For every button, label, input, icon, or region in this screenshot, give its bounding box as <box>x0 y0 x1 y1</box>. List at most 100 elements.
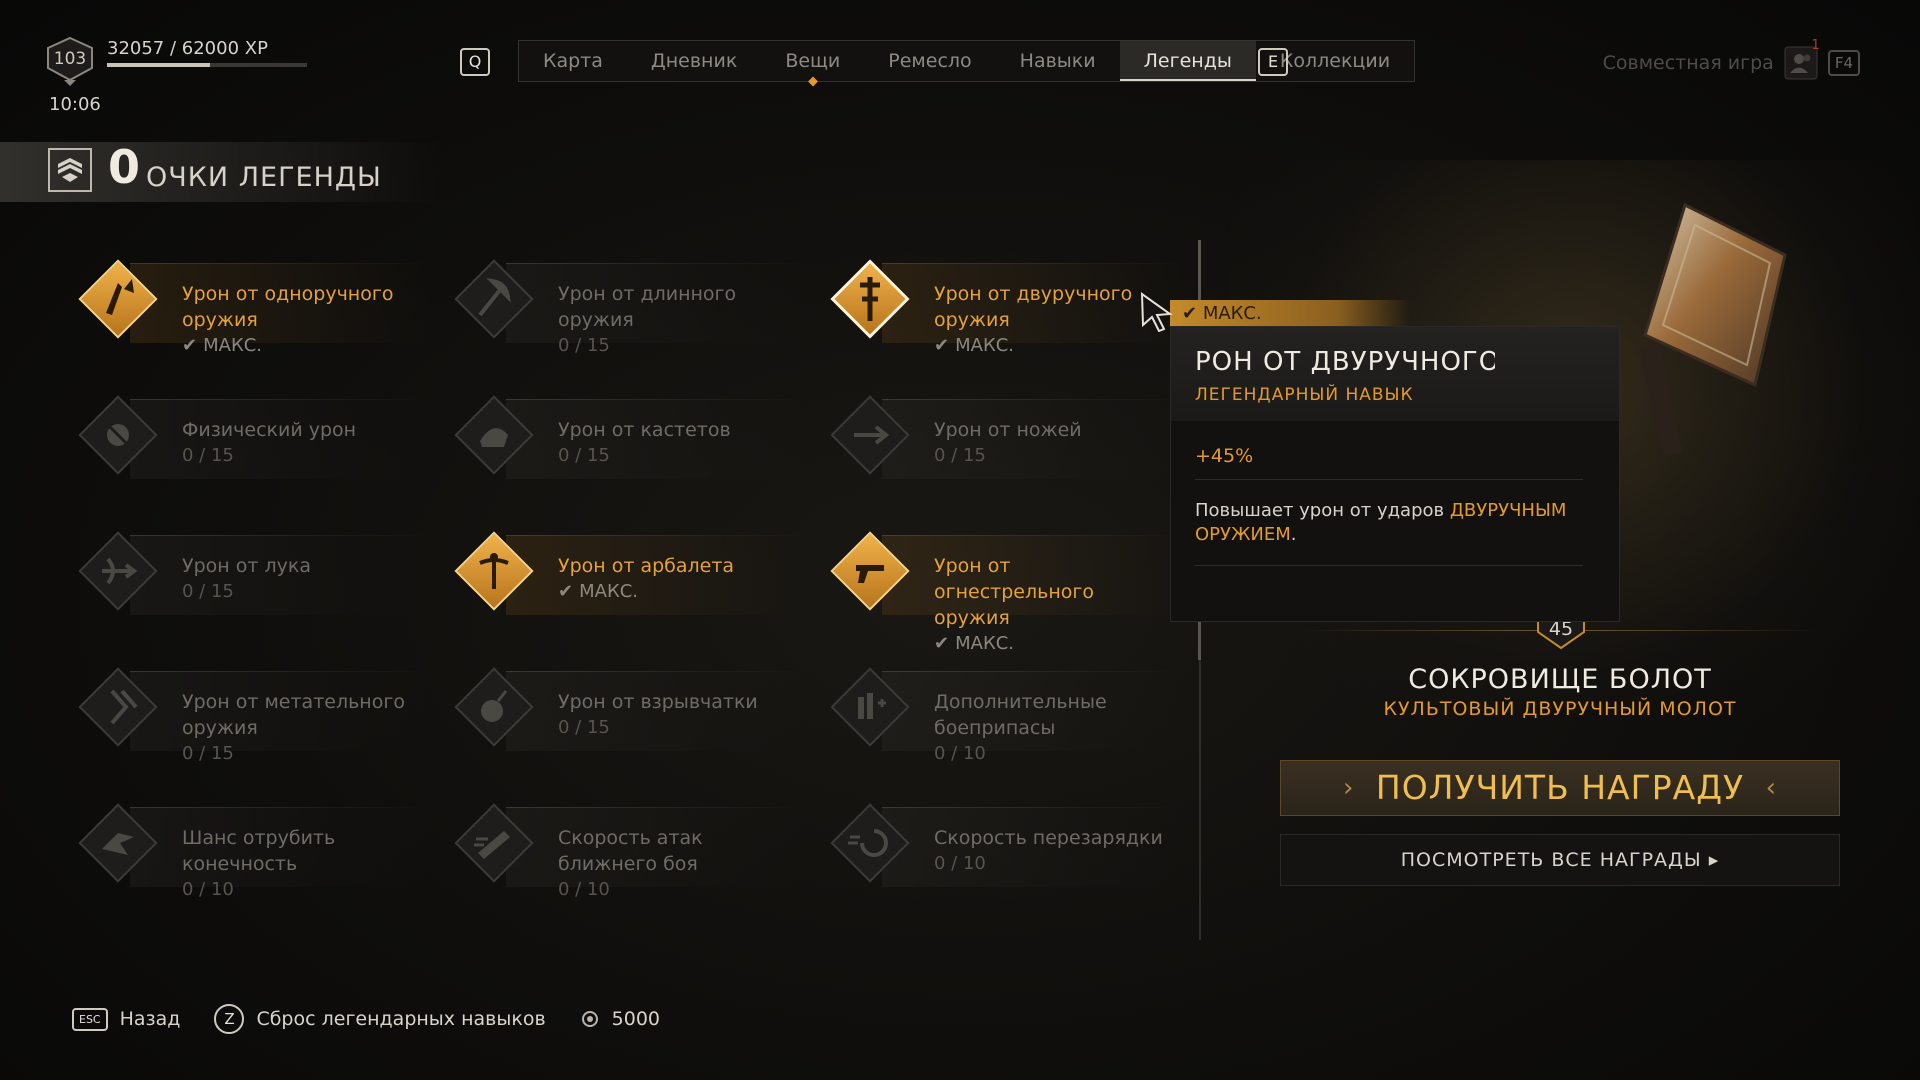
tab-2[interactable]: Вещи <box>761 41 864 87</box>
skill-name-wrap: Урон от огнестрельного оружия ✔ МАКС. <box>934 553 1174 657</box>
skill-progress-text: 0 / 10 <box>934 853 986 874</box>
skill-progress-text: 0 / 10 <box>182 879 234 900</box>
skill-card[interactable]: Урон от ножей 0 / 15 <box>822 391 1182 501</box>
legend-points-header: 0 ОЧКИ ЛЕГЕНДЫ <box>0 140 440 202</box>
skill-card[interactable]: Урон от арбалета ✔ МАКС. <box>446 527 806 637</box>
skill-progress: 0 / 10 <box>934 741 1174 767</box>
claim-reward-button[interactable]: › ПОЛУЧИТЬ НАГРАДУ ‹ <box>1280 760 1840 816</box>
tooltip-subtitle: ЛЕГЕНДАРНЫЙ НАВЫК <box>1195 385 1414 405</box>
tooltip-desc-suffix: . <box>1290 524 1297 545</box>
skill-progress: ✔ МАКС. <box>934 333 1174 359</box>
esc-key[interactable]: ESC <box>72 1007 108 1031</box>
skill-name-wrap: Урон от арбалета ✔ МАКС. <box>558 553 798 605</box>
skill-card[interactable]: Урон от взрывчатки 0 / 15 <box>446 663 806 773</box>
reload-icon <box>830 803 910 883</box>
skill-progress-text: 0 / 15 <box>558 335 610 356</box>
mouse-cursor-icon <box>1140 292 1174 336</box>
tooltip-description: Повышает урон от ударов ДВУРУЧНЫМ ОРУЖИЕ… <box>1195 499 1595 547</box>
tab-4[interactable]: Навыки <box>996 41 1120 81</box>
tab-label: Легенды <box>1143 50 1232 72</box>
skill-progress: 0 / 15 <box>182 443 422 469</box>
reset-cost: 5000 <box>611 1008 661 1030</box>
tab-1[interactable]: Дневник <box>627 41 761 81</box>
skill-progress: 0 / 15 <box>558 443 798 469</box>
skill-name: Урон от огнестрельного оружия <box>934 555 1094 629</box>
skill-name: Урон от арбалета <box>558 555 735 577</box>
melee-speed-icon <box>454 803 534 883</box>
skill-name-wrap: Урон от метательного оружия 0 / 15 <box>182 689 422 767</box>
tab-3[interactable]: Ремесло <box>864 41 995 81</box>
skill-card[interactable]: Физический урон 0 / 15 <box>70 391 430 501</box>
coop-badge: 1 <box>1811 38 1820 53</box>
next-tab-key[interactable]: E <box>1258 48 1288 76</box>
back-label[interactable]: Назад <box>120 1008 181 1030</box>
skill-name: Скорость перезарядки <box>934 827 1163 849</box>
chevron-left-icon: ‹ <box>1765 773 1777 803</box>
reward-type: КУЛЬТОВЫЙ ДВУРУЧНЫЙ МОЛОТ <box>1383 698 1737 720</box>
skill-card[interactable]: Урон от двуручного оружия ✔ МАКС. <box>822 255 1182 365</box>
tooltip-max-badge: ✔ МАКС. <box>1170 300 1410 328</box>
coop-players-icon[interactable]: 1 <box>1784 38 1820 80</box>
tab-5[interactable]: Легенды <box>1119 41 1256 81</box>
legend-emblem-icon <box>48 148 92 192</box>
tab-label: Навыки <box>1019 50 1096 72</box>
clock: 10:06 <box>49 94 101 115</box>
tab-label: Дневник <box>650 50 738 72</box>
xp-progress-fill <box>107 63 211 67</box>
skill-tooltip: ✔ МАКС. РОН ОТ ДВУРУЧНОГО С ЛЕГЕНДАРНЫЙ … <box>1170 300 1620 622</box>
check-icon: ✔ <box>934 633 950 654</box>
check-icon: ✔ <box>558 581 574 602</box>
check-icon: ✔ <box>1182 303 1203 324</box>
legend-points-count: 0 <box>108 140 141 194</box>
coop-key[interactable]: F4 <box>1827 50 1860 76</box>
skill-name-wrap: Урон от длинного оружия 0 / 15 <box>558 281 798 359</box>
skill-card[interactable]: Урон от метательного оружия 0 / 15 <box>70 663 430 773</box>
xp-text: 32057 / 62000 XP <box>107 38 268 59</box>
skill-name: Дополнительные боеприпасы <box>934 691 1107 739</box>
skill-progress: ✔ МАКС. <box>182 333 422 359</box>
skill-name-wrap: Дополнительные боеприпасы 0 / 10 <box>934 689 1174 767</box>
skill-name-wrap: Скорость перезарядки 0 / 10 <box>934 825 1174 877</box>
skill-card[interactable]: Дополнительные боеприпасы 0 / 10 <box>822 663 1182 773</box>
notification-dot-icon <box>807 76 818 87</box>
crossbow-icon <box>454 531 534 611</box>
view-all-rewards-button[interactable]: ПОСМОТРЕТЬ ВСЕ НАГРАДЫ ▸ <box>1280 834 1840 886</box>
skill-card[interactable]: Урон от кастетов 0 / 15 <box>446 391 806 501</box>
skill-progress-text: 0 / 10 <box>934 743 986 764</box>
prev-tab-key[interactable]: Q <box>460 48 490 76</box>
skill-card[interactable]: Урон от длинного оружия 0 / 15 <box>446 255 806 365</box>
legend-skills-grid: Урон от одноручного оружия ✔ МАКС. Урон о… <box>70 255 1182 955</box>
skill-card[interactable]: Урон от лука 0 / 15 <box>70 527 430 637</box>
skill-name: Урон от лука <box>182 555 311 577</box>
reward-name: СОКРОВИЩЕ БОЛОТ <box>1408 664 1712 695</box>
skill-card[interactable]: Скорость атак ближнего боя 0 / 10 <box>446 799 806 909</box>
coop-label[interactable]: Совместная игра <box>1603 52 1774 74</box>
two-handed-icon <box>830 259 910 339</box>
skill-progress: 0 / 15 <box>182 579 422 605</box>
reset-key[interactable]: Z <box>214 1004 245 1034</box>
skill-progress-text: 0 / 15 <box>182 743 234 764</box>
tooltip-desc-prefix: Повышает урон от ударов <box>1195 500 1450 521</box>
skill-progress-text: 0 / 15 <box>182 581 234 602</box>
skill-progress-text: МАКС. <box>955 633 1015 654</box>
skill-card[interactable]: Урон от огнестрельного оружия ✔ МАКС. <box>822 527 1182 654</box>
tab-0[interactable]: Карта <box>519 41 627 81</box>
skill-card[interactable]: Урон от одноручного оружия ✔ МАКС. <box>70 255 430 365</box>
coop-section: Совместная игра 1 F4 <box>1603 38 1860 80</box>
tooltip-header: РОН ОТ ДВУРУЧНОГО С ЛЕГЕНДАРНЫЙ НАВЫК <box>1171 327 1619 421</box>
skill-name-wrap: Урон от одноручного оружия ✔ МАКС. <box>182 281 422 359</box>
skill-name: Урон от метательного оружия <box>182 691 405 739</box>
skill-card[interactable]: Скорость перезарядки 0 / 10 <box>822 799 1182 909</box>
firearm-icon <box>830 531 910 611</box>
check-icon: ✔ <box>934 335 950 356</box>
claim-reward-label: ПОЛУЧИТЬ НАГРАДУ <box>1375 768 1745 807</box>
legend-points-label: ОЧКИ ЛЕГЕНДЫ <box>146 162 382 193</box>
reset-label[interactable]: Сброс легендарных навыков <box>256 1008 545 1030</box>
skill-name-wrap: Урон от лука 0 / 15 <box>182 553 422 605</box>
skill-card[interactable]: Шанс отрубить конечность 0 / 10 <box>70 799 430 909</box>
knives-icon <box>830 395 910 475</box>
skill-name: Физический урон <box>182 419 357 441</box>
skill-name: Шанс отрубить конечность <box>182 827 336 875</box>
skill-progress-text: 0 / 15 <box>182 445 234 466</box>
skill-progress-text: 0 / 10 <box>558 879 610 900</box>
